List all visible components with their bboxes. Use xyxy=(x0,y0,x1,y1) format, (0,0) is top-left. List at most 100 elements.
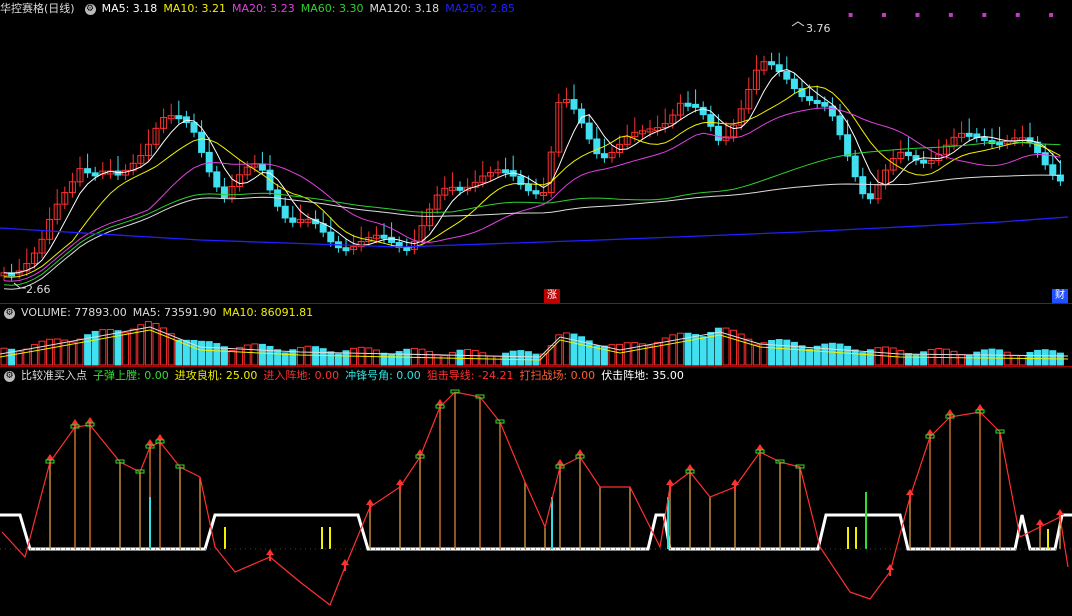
volume-bar xyxy=(296,346,304,366)
ma-label-3: MA60: 3.30 xyxy=(300,2,364,15)
volume-bar xyxy=(904,353,912,366)
volume-bar xyxy=(631,342,639,366)
volume-bar xyxy=(388,354,396,366)
volume-bar xyxy=(798,345,806,366)
price-chart[interactable] xyxy=(0,0,1072,303)
volume-bar xyxy=(46,338,54,366)
candle-body xyxy=(828,105,836,117)
volume-bar xyxy=(669,334,677,366)
candle-body xyxy=(258,163,266,171)
price-pane[interactable]: 华控赛格(日线) ⚙ MA5: 3.18 MA10: 3.21 MA20: 3.23 MA… xyxy=(0,0,1072,303)
volume-bar xyxy=(456,349,464,366)
volume-bar xyxy=(813,345,821,366)
candle-body xyxy=(768,61,776,66)
candle-body xyxy=(281,205,289,219)
volume-bar xyxy=(775,339,783,366)
gear-icon[interactable]: ⚙ xyxy=(4,307,15,319)
sniper-line xyxy=(1,391,1069,606)
rise-tag[interactable]: 涨 xyxy=(544,289,560,303)
volume-bar xyxy=(988,348,996,366)
volume-bar xyxy=(851,349,859,366)
vol-label-2: MA10: 86091.81 xyxy=(222,306,314,319)
volume-bar xyxy=(441,355,449,366)
candle-body xyxy=(456,186,464,191)
ma-label-1: MA10: 3.21 xyxy=(163,2,227,15)
sig-label-0: 子弹上膛: 0.00 xyxy=(93,369,169,382)
volume-pane[interactable]: ⚙ VOLUME: 77893.00 MA5: 73591.90 MA10: 8609… xyxy=(0,304,1072,366)
candle-body xyxy=(844,134,852,157)
candle-body xyxy=(585,122,593,140)
candle-body xyxy=(502,169,510,174)
volume-bar xyxy=(844,345,852,366)
volume-bar xyxy=(464,348,472,366)
volume-bar xyxy=(471,349,479,366)
sig-label-2: 进入阵地: 0.00 xyxy=(263,369,340,382)
volume-bar xyxy=(266,345,274,366)
sig-label-6: 伏击阵地: 35.00 xyxy=(601,369,684,382)
volume-bar xyxy=(623,342,631,366)
candle-body xyxy=(327,231,335,243)
signal-pane[interactable]: ⚙ 比较准买入点 子弹上膛: 0.00 进攻良机: 25.00 进入阵地: 0.00 冲锋… xyxy=(0,367,1072,616)
finance-tag[interactable]: 财 xyxy=(1052,289,1068,303)
volume-bar xyxy=(783,339,791,366)
candle-body xyxy=(600,153,608,159)
volume-bar xyxy=(1011,355,1019,366)
candle-body xyxy=(213,171,221,188)
ma-line-250 xyxy=(0,216,1069,248)
candle-body xyxy=(593,138,601,155)
sig-label-3: 冲锋号角: 0.00 xyxy=(345,369,421,382)
volume-bar xyxy=(220,346,228,366)
volume-bar xyxy=(258,343,266,366)
candle-body xyxy=(532,190,540,195)
volume-bar xyxy=(1049,350,1057,366)
high-price-marker xyxy=(791,21,805,27)
volume-bar xyxy=(897,349,905,366)
signal-chart[interactable] xyxy=(0,367,1072,616)
candle-body xyxy=(851,155,859,178)
volume-bar xyxy=(1034,349,1042,366)
volume-bar xyxy=(760,342,768,366)
signal-title: 比较准买入点 xyxy=(21,369,87,382)
candle-body xyxy=(91,172,99,177)
volume-bar xyxy=(638,343,646,366)
high-price-label: 3.76 xyxy=(806,22,831,35)
volume-bar xyxy=(965,354,973,366)
candle-body xyxy=(904,151,912,157)
volume-bar xyxy=(714,327,722,366)
volume-bar xyxy=(38,340,46,366)
volume-bar xyxy=(327,351,335,366)
volume-bar xyxy=(524,351,532,366)
vol-label-1: MA5: 73591.90 xyxy=(132,306,217,319)
volume-bar xyxy=(1018,355,1026,366)
volume-header: ⚙ VOLUME: 77893.00 MA5: 73591.90 MA10: 8609… xyxy=(0,304,1072,322)
gear-icon[interactable]: ⚙ xyxy=(84,3,96,15)
vol-label-0: VOLUME: 77893.00 xyxy=(21,306,127,319)
candle-body xyxy=(821,102,829,107)
volume-bar xyxy=(509,350,517,366)
volume-bar xyxy=(84,334,92,366)
ma-label-0: MA5: 3.18 xyxy=(101,2,158,15)
volume-bar xyxy=(980,349,988,366)
volume-bar xyxy=(555,334,563,366)
volume-bar xyxy=(205,341,213,366)
volume-bar xyxy=(129,328,137,366)
volume-bar xyxy=(973,351,981,366)
candle-body xyxy=(342,247,350,252)
ma-label-5: MA250: 2.85 xyxy=(445,2,515,15)
volume-bar xyxy=(790,341,798,366)
volume-bar xyxy=(274,349,282,366)
ma-legend: MA5: 3.18 MA10: 3.21 MA20: 3.23 MA60: 3.30 M… xyxy=(102,2,521,15)
volume-bar xyxy=(350,347,358,366)
volume-bar xyxy=(68,341,76,366)
candle-body xyxy=(707,114,715,127)
volume-bar xyxy=(433,354,441,366)
candle-body xyxy=(289,217,297,223)
candle-body xyxy=(175,115,183,120)
volume-bar xyxy=(236,346,244,366)
volume-bar xyxy=(372,349,380,366)
gear-icon[interactable]: ⚙ xyxy=(4,370,15,382)
volume-bar xyxy=(243,344,251,366)
volume-bar xyxy=(517,350,525,366)
candle-body xyxy=(790,78,798,90)
volume-bar xyxy=(806,348,814,366)
